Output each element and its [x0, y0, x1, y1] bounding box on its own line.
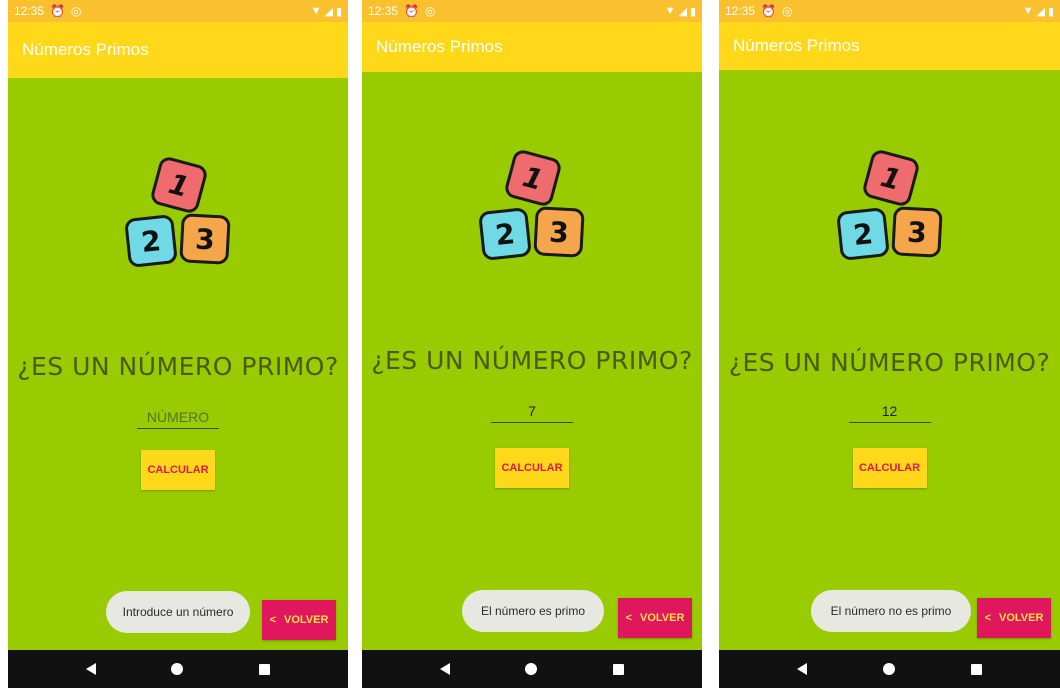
status-time: 12:35 [368, 4, 399, 18]
nav-bar [719, 650, 1060, 688]
nav-back-icon[interactable] [439, 663, 450, 675]
chevron-left-icon: < [269, 614, 276, 626]
calculate-button[interactable]: CALCULAR [495, 448, 569, 488]
block-3-label: 3 [194, 223, 215, 257]
main-content: 1 2 3 ¿ES UN NÚMERO PRIMO? CALCULAR Intr… [8, 78, 348, 650]
alarm-icon: ⏰ [50, 4, 65, 18]
block-2: 2 [479, 208, 531, 260]
nav-home-icon[interactable] [883, 663, 895, 675]
nav-bar [8, 650, 348, 688]
chevron-left-icon: < [984, 612, 991, 624]
nav-recent-icon[interactable] [613, 663, 625, 675]
app-bar: Números Primos [8, 22, 348, 78]
block-3-label: 3 [548, 216, 569, 250]
status-bar: 12:35 ⏰ ◎ ▼ ◢ ▮ [719, 0, 1060, 22]
nav-back-icon[interactable] [85, 663, 96, 675]
status-bar: 12:35 ⏰ ◎ ▼ ◢ ▮ [8, 0, 348, 22]
wifi-icon: ▼ [310, 5, 322, 17]
nav-home-icon[interactable] [525, 663, 538, 675]
numbers-blocks-logo: 1 2 3 [836, 150, 942, 260]
battery-icon: ▮ [335, 5, 342, 18]
signal-icon: ◢ [678, 5, 687, 18]
question-heading: ¿ES UN NÚMERO PRIMO? [371, 346, 693, 375]
nav-bar [362, 650, 702, 688]
calculate-button[interactable]: CALCULAR [141, 450, 215, 490]
app-bar: Números Primos [362, 22, 702, 72]
nav-back-icon[interactable] [797, 663, 807, 675]
number-input[interactable] [137, 406, 219, 429]
block-1: 1 [505, 150, 561, 206]
back-button[interactable]: < VOLVER [618, 598, 692, 638]
main-content: 1 2 3 ¿ES UN NÚMERO PRIMO? CALCULAR El n… [362, 72, 702, 650]
block-2-label: 2 [851, 217, 874, 252]
question-heading: ¿ES UN NÚMERO PRIMO? [728, 348, 1051, 377]
block-3: 3 [179, 213, 231, 265]
block-1: 1 [862, 150, 919, 206]
back-button[interactable]: < VOLVER [977, 598, 1051, 638]
chevron-left-icon: < [625, 612, 632, 624]
main-content: 1 2 3 ¿ES UN NÚMERO PRIMO? CALCULAR El n… [719, 70, 1060, 650]
back-button-label: VOLVER [999, 612, 1044, 624]
result-toast: El número es primo [462, 590, 604, 632]
back-button-label: VOLVER [640, 612, 685, 624]
block-3-label: 3 [906, 216, 927, 250]
app-bar: Números Primos [719, 22, 1060, 70]
block-2: 2 [836, 208, 889, 260]
number-input[interactable] [491, 400, 573, 423]
alarm-icon: ⏰ [761, 4, 776, 18]
calculate-button[interactable]: CALCULAR [852, 448, 927, 488]
nav-recent-icon[interactable] [259, 663, 271, 675]
nav-recent-icon[interactable] [971, 663, 982, 675]
numbers-blocks-logo: 1 2 3 [479, 150, 585, 260]
numbers-blocks-logo: 1 2 3 [125, 157, 231, 267]
app-title: Números Primos [733, 36, 860, 55]
status-time: 12:35 [14, 4, 45, 18]
block-2-label: 2 [494, 217, 517, 252]
sync-icon: ◎ [781, 4, 793, 18]
nav-home-icon[interactable] [171, 663, 184, 675]
status-bar: 12:35 ⏰ ◎ ▼ ◢ ▮ [362, 0, 702, 22]
block-3: 3 [533, 206, 585, 258]
phone-screen-3: 12:35 ⏰ ◎ ▼ ◢ ▮ Números Primos 1 2 3 ¿ES… [719, 0, 1060, 688]
app-title: Números Primos [22, 40, 149, 59]
sync-icon: ◎ [70, 4, 82, 18]
signal-icon: ◢ [324, 5, 333, 18]
back-button[interactable]: < VOLVER [262, 600, 336, 640]
wifi-icon: ▼ [664, 5, 676, 17]
result-toast: Introduce un número [106, 591, 250, 633]
number-input[interactable] [848, 400, 931, 423]
status-time: 12:35 [725, 4, 756, 18]
block-2: 2 [125, 215, 177, 267]
phone-screen-2: 12:35 ⏰ ◎ ▼ ◢ ▮ Números Primos 1 2 3 ¿ES… [362, 0, 702, 688]
app-title: Números Primos [376, 37, 503, 56]
block-3: 3 [891, 206, 942, 258]
block-2-label: 2 [140, 224, 163, 259]
battery-icon: ▮ [689, 5, 696, 18]
result-toast: El número no es primo [811, 590, 971, 632]
alarm-icon: ⏰ [404, 4, 419, 18]
signal-icon: ◢ [1036, 5, 1045, 18]
sync-icon: ◎ [424, 4, 436, 18]
wifi-icon: ▼ [1022, 5, 1034, 17]
block-1: 1 [151, 157, 207, 213]
phone-screen-1: 12:35 ⏰ ◎ ▼ ◢ ▮ Números Primos 1 2 3 ¿ES… [8, 0, 348, 688]
battery-icon: ▮ [1047, 5, 1054, 18]
question-heading: ¿ES UN NÚMERO PRIMO? [17, 352, 339, 381]
back-button-label: VOLVER [284, 614, 329, 626]
